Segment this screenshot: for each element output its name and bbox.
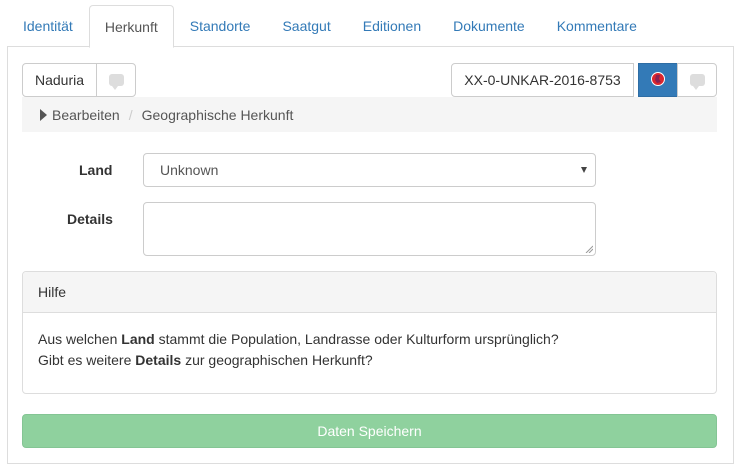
breadcrumb-separator: / — [128, 106, 133, 123]
accession-comment-button[interactable] — [677, 63, 717, 97]
caret-right-icon — [40, 108, 47, 121]
land-select-value: Unknown — [160, 162, 219, 178]
help-line-2: Gibt es weitere Details zur geographisch… — [38, 352, 373, 368]
dropdown-arrow-icon — [581, 167, 587, 173]
save-button[interactable]: Daten Speichern — [22, 414, 717, 448]
breadcrumb-current: Geographische Herkunft — [141, 106, 294, 123]
land-select[interactable]: Unknown — [143, 153, 596, 187]
help-line-1: Aus welchen Land stammt die Population, … — [38, 331, 559, 347]
name-comment-button[interactable] — [96, 63, 136, 97]
details-label: Details — [67, 211, 113, 227]
resize-grip-icon[interactable] — [585, 245, 593, 253]
land-label: Land — [79, 162, 113, 178]
flag-button[interactable] — [638, 63, 678, 97]
help-panel-body: Aus welchen Land stammt die Population, … — [23, 313, 716, 387]
comment-icon — [108, 74, 124, 90]
help-panel-title: Hilfe — [23, 272, 716, 313]
tab-editionen[interactable]: Editionen — [347, 5, 437, 47]
tab-herkunft[interactable]: Herkunft — [88, 5, 174, 48]
comment-icon — [689, 74, 705, 90]
flag-icon — [650, 71, 666, 90]
tab-bar: Identität Herkunft Standorte Saatgut Edi… — [7, 5, 734, 48]
accession-id-button[interactable]: XX-0-UNKAR-2016-8753 — [451, 63, 634, 97]
tab-dokumente[interactable]: Dokumente — [437, 5, 541, 47]
tab-kommentare[interactable]: Kommentare — [541, 5, 653, 47]
help-panel: Hilfe Aus welchen Land stammt die Popula… — [22, 271, 717, 394]
breadcrumb-edit-link[interactable]: Bearbeiten — [52, 107, 120, 123]
tab-identitaet[interactable]: Identität — [7, 5, 89, 47]
details-textarea[interactable] — [143, 202, 596, 256]
tab-standorte[interactable]: Standorte — [174, 5, 267, 47]
breadcrumb: Bearbeiten / Geographische Herkunft — [22, 97, 717, 132]
name-button[interactable]: Naduria — [22, 63, 97, 97]
tab-saatgut[interactable]: Saatgut — [266, 5, 346, 47]
